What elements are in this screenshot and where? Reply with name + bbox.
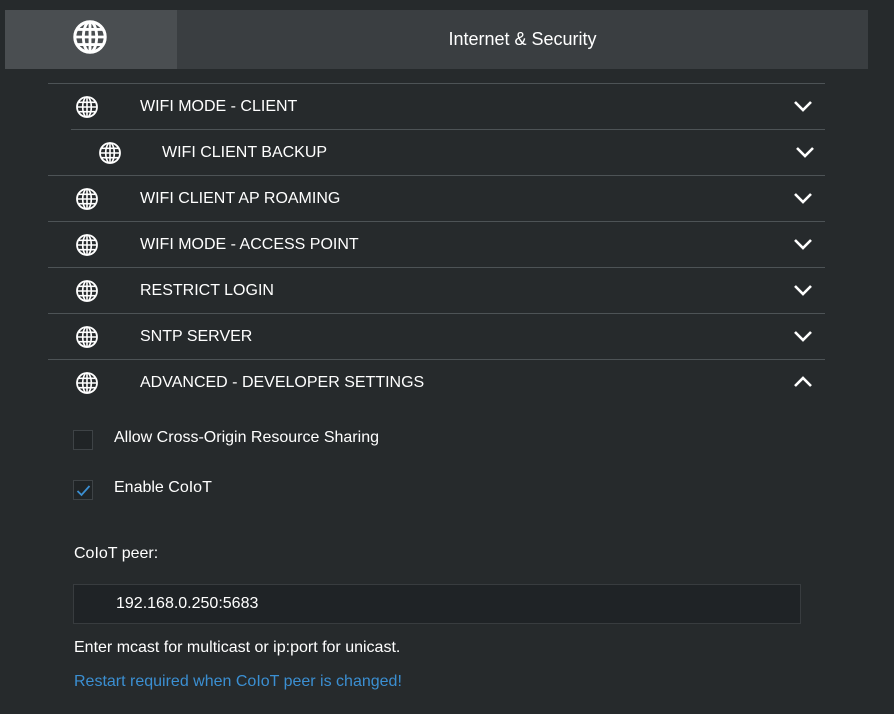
chevron-down-icon[interactable] bbox=[793, 282, 813, 298]
globe-icon bbox=[73, 18, 109, 61]
enable-coiot-label: Enable CoIoT bbox=[114, 479, 212, 496]
chevron-down-icon[interactable] bbox=[795, 144, 815, 160]
coiot-peer-label: CoIoT peer: bbox=[74, 545, 159, 562]
settings-page: Internet & Security WIFI MODE - CLIENT W… bbox=[0, 0, 894, 714]
chevron-up-icon[interactable] bbox=[793, 374, 813, 390]
section-wifi-client-ap-roaming[interactable]: WIFI CLIENT AP ROAMING bbox=[48, 175, 825, 221]
coiot-peer-input[interactable] bbox=[73, 584, 801, 624]
section-wifi-client-backup[interactable]: WIFI CLIENT BACKUP bbox=[71, 129, 825, 175]
header-icon-box bbox=[5, 10, 177, 69]
globe-icon bbox=[75, 371, 99, 395]
section-restrict-login[interactable]: RESTRICT LOGIN bbox=[48, 267, 825, 313]
globe-icon bbox=[75, 325, 99, 349]
chevron-down-icon[interactable] bbox=[793, 98, 813, 114]
restart-warning-text: Restart required when CoIoT peer is chan… bbox=[74, 673, 402, 690]
section-wifi-mode-client[interactable]: WIFI MODE - CLIENT bbox=[48, 83, 825, 129]
globe-icon bbox=[75, 233, 99, 257]
globe-icon bbox=[75, 187, 99, 211]
section-label: RESTRICT LOGIN bbox=[140, 282, 274, 299]
section-label: WIFI MODE - CLIENT bbox=[140, 98, 298, 115]
section-label: SNTP SERVER bbox=[140, 328, 253, 345]
enable-coiot-checkbox[interactable] bbox=[73, 480, 93, 500]
chevron-down-icon[interactable] bbox=[793, 236, 813, 252]
section-label: WIFI MODE - ACCESS POINT bbox=[140, 236, 359, 253]
cors-checkbox[interactable] bbox=[73, 430, 93, 450]
page-title: Internet & Security bbox=[448, 29, 597, 49]
globe-icon bbox=[75, 279, 99, 303]
section-label: WIFI CLIENT BACKUP bbox=[162, 144, 328, 161]
section-label: ADVANCED - DEVELOPER SETTINGS bbox=[140, 374, 425, 391]
section-advanced-developer-settings[interactable]: ADVANCED - DEVELOPER SETTINGS bbox=[48, 359, 825, 405]
globe-icon bbox=[75, 95, 99, 119]
cors-label: Allow Cross-Origin Resource Sharing bbox=[114, 429, 379, 446]
section-sntp-server[interactable]: SNTP SERVER bbox=[48, 313, 825, 359]
section-header: Internet & Security bbox=[5, 10, 868, 69]
section-label: WIFI CLIENT AP ROAMING bbox=[140, 190, 341, 207]
checkmark-icon bbox=[76, 485, 91, 497]
coiot-peer-help-text: Enter mcast for multicast or ip:port for… bbox=[74, 639, 401, 656]
section-wifi-mode-access-point[interactable]: WIFI MODE - ACCESS POINT bbox=[48, 221, 825, 267]
chevron-down-icon[interactable] bbox=[793, 328, 813, 344]
globe-icon bbox=[98, 141, 122, 165]
chevron-down-icon[interactable] bbox=[793, 190, 813, 206]
